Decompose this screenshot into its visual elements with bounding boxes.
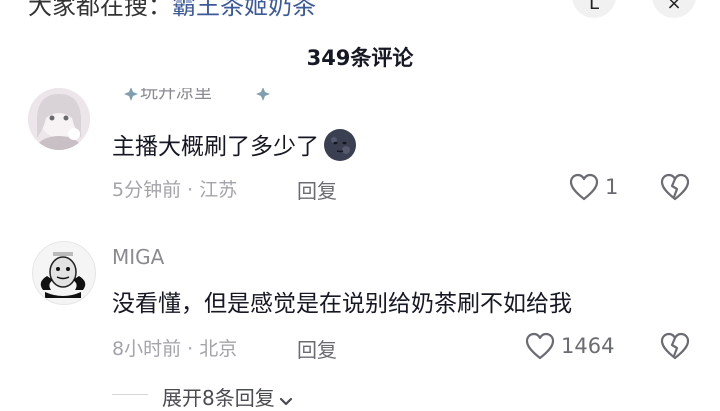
avatar-image — [33, 242, 93, 302]
like-count: 1464 — [561, 334, 615, 358]
broken-heart-icon[interactable] — [660, 173, 690, 201]
moon-face-emoji-icon — [324, 129, 356, 161]
username[interactable]: 玩开凉里 — [120, 88, 290, 110]
badge-icon — [256, 88, 270, 101]
comment-text: 没看懂，但是感觉是在说别给奶茶刷不如给我 — [112, 291, 572, 317]
broken-heart-icon[interactable] — [660, 332, 690, 360]
comment-meta: 8小时前 · 北京 — [112, 338, 238, 360]
divider — [112, 394, 148, 395]
avatar[interactable] — [28, 88, 90, 150]
chevron-down-icon — [279, 397, 292, 406]
top-bar: 大家都在搜：霸王茶姬奶茶 L × — [0, 0, 720, 20]
heart-icon[interactable] — [569, 173, 599, 201]
badge-icon — [124, 88, 138, 101]
expand-replies-button[interactable]: 展开8条回复 — [162, 382, 293, 411]
comment-text: 主播大概刷了多少了 — [112, 127, 357, 162]
top-button-left[interactable]: L — [572, 0, 616, 18]
reply-button[interactable]: 回复 — [297, 334, 337, 363]
username[interactable]: MIGA — [112, 245, 164, 269]
close-button[interactable]: × — [652, 0, 696, 18]
reply-button[interactable]: 回复 — [297, 175, 337, 204]
comments-count: 349条评论 — [306, 46, 414, 70]
search-suggestion[interactable]: 大家都在搜：霸王茶姬奶茶 — [28, 0, 316, 20]
heart-icon[interactable] — [525, 332, 555, 360]
avatar[interactable] — [32, 241, 96, 305]
comment-meta: 5分钟前 · 江苏 — [112, 179, 238, 201]
like-count: 1 — [605, 175, 619, 199]
avatar-image — [28, 88, 90, 150]
